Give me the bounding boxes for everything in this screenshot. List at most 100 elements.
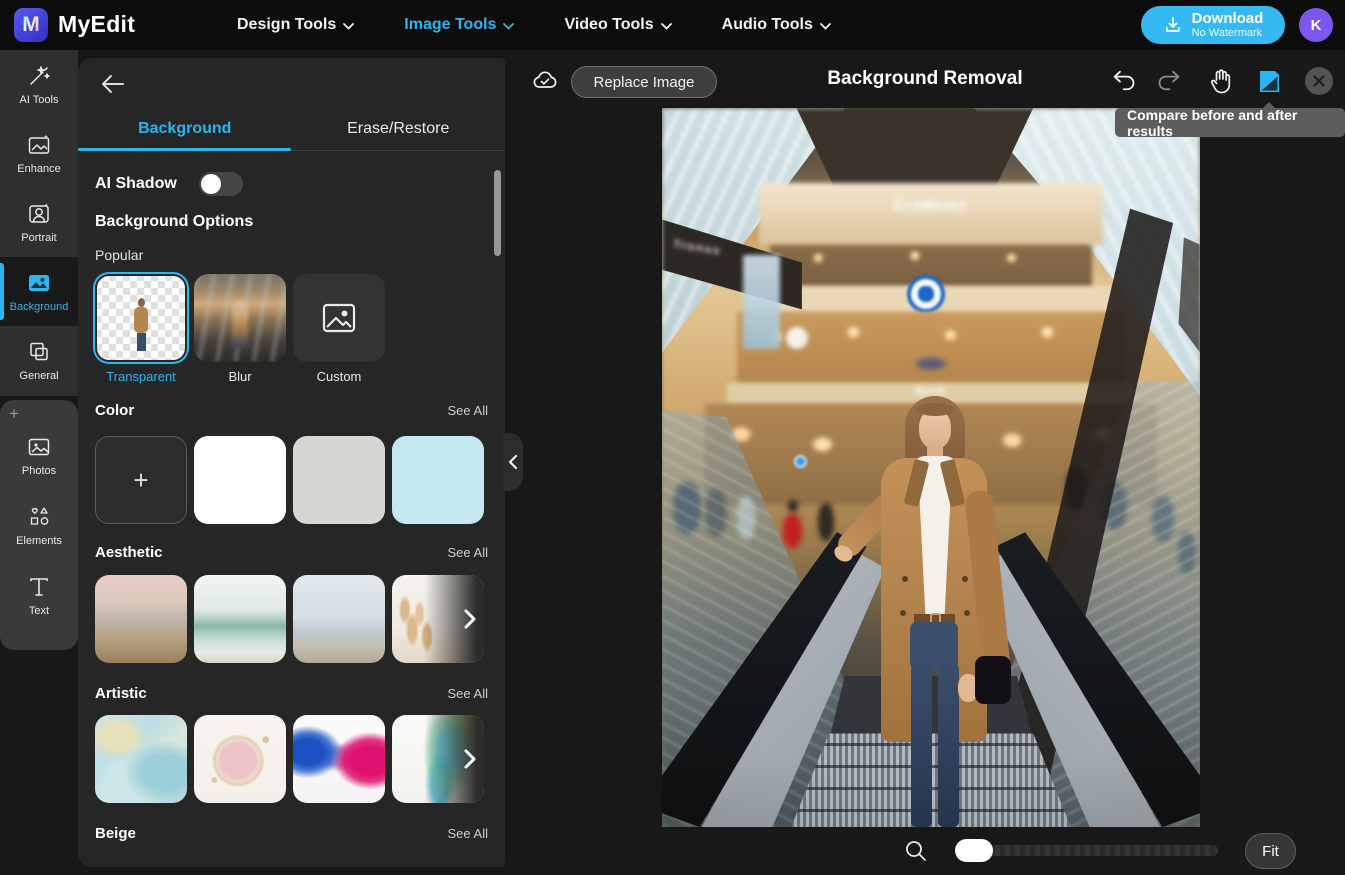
sidebar-item-background[interactable]: Background [0,257,78,326]
tab-erase-restore[interactable]: Erase/Restore [292,112,506,152]
sidebar-item-general[interactable]: General [0,326,78,395]
cloud-saved-icon[interactable] [531,67,559,95]
artistic-title: Artistic [95,685,147,702]
artistic-thumb-smoke[interactable] [392,715,484,803]
app-title: MyEdit [58,11,135,38]
chevron-down-icon [503,23,514,30]
panel-collapse-handle[interactable] [503,433,523,491]
color-swatch-gray[interactable] [293,436,385,524]
chevron-right-icon[interactable] [464,749,476,769]
sidebar-item-portrait[interactable]: Portrait [0,188,78,257]
aesthetic-thumbs [95,575,484,663]
undo-button[interactable] [1108,64,1142,98]
panel-tabs: Background Erase/Restore [78,112,505,152]
download-button[interactable]: Download No Watermark [1141,6,1285,44]
background-icon [26,270,52,296]
zoom-slider-track[interactable] [975,845,1218,856]
chevron-left-icon [509,455,517,469]
media-rail: + Photos Elements Text [0,400,78,650]
tab-background[interactable]: Background [78,112,292,152]
ai-shadow-toggle[interactable] [199,172,243,196]
color-title: Color [95,402,134,419]
add-color-swatch[interactable]: + [95,436,187,524]
sidebar-item-ai-tools[interactable]: AI Tools [0,50,78,119]
aesthetic-section-header: Aesthetic See All [95,544,488,561]
beige-title: Beige [95,825,136,842]
color-section-header: Color See All [95,402,488,419]
fit-button[interactable]: Fit [1245,833,1296,869]
aesthetic-thumb-pale-shore[interactable] [293,575,385,663]
photos-icon [26,434,52,460]
download-sublabel: No Watermark [1192,27,1264,39]
plus-icon: + [133,465,148,496]
color-swatch-white[interactable] [194,436,286,524]
aesthetic-thumb-beach-sunset[interactable] [95,575,187,663]
myedit-logo-glyph: M [22,13,40,37]
label-transparent: Transparent [95,369,187,384]
aesthetic-thumb-dried-flowers[interactable] [392,575,484,663]
active-tab-underline [78,148,291,151]
aesthetic-title: Aesthetic [95,544,163,561]
options-heading: Background Options [95,213,253,231]
image-icon [322,303,356,333]
redo-icon [1155,69,1183,93]
label-blur: Blur [194,369,286,384]
close-icon [1313,75,1325,87]
zoom-slider-handle[interactable] [955,839,993,862]
aesthetic-thumb-teal-sea[interactable] [194,575,286,663]
artistic-thumb-pink-blot[interactable] [194,715,286,803]
close-editor-button[interactable] [1305,67,1333,95]
background-panel: Background Erase/Restore AI Shadow Backg… [78,58,505,867]
compare-tooltip: Compare before and after results [1115,108,1345,137]
arrow-left-icon [101,74,125,94]
color-see-all[interactable]: See All [448,403,488,418]
chevron-right-icon[interactable] [464,609,476,629]
artistic-see-all[interactable]: See All [448,686,488,701]
sidebar-item-elements[interactable]: Elements [0,490,78,560]
compare-button[interactable] [1252,64,1286,98]
color-swatch-lightblue[interactable] [392,436,484,524]
zoom-magnifier-icon[interactable] [904,839,928,863]
sidebar-item-photos[interactable]: Photos [0,420,78,490]
artistic-section-header: Artistic See All [95,685,488,702]
compare-before-after-icon [1256,67,1282,95]
pan-hand-button[interactable] [1204,64,1238,98]
menu-design-tools[interactable]: Design Tools [237,16,354,34]
myedit-logo[interactable]: M [14,8,48,42]
chevron-down-icon [820,23,831,30]
canvas-image[interactable]: Crodcret Herb Tronus [662,108,1200,827]
hand-icon [1209,68,1233,94]
redo-button[interactable] [1152,64,1186,98]
download-icon [1163,15,1183,35]
bg-option-custom[interactable] [293,274,385,362]
color-swatches: + [95,436,484,524]
menu-audio-tools[interactable]: Audio Tools [722,16,831,34]
panel-scrollbar-thumb[interactable] [494,170,501,256]
ai-shadow-label: AI Shadow [95,175,177,193]
chevron-down-icon [343,23,354,30]
chevron-down-icon [661,23,672,30]
download-label: Download [1192,11,1264,28]
sidebar-item-text[interactable]: Text [0,560,78,630]
beige-see-all[interactable]: See All [448,826,488,841]
bg-option-transparent[interactable] [95,274,187,362]
back-button[interactable] [98,69,128,99]
menu-video-tools[interactable]: Video Tools [564,16,671,34]
menu-image-tools[interactable]: Image Tools [404,16,514,34]
text-icon [26,574,52,600]
beige-section-header: Beige See All [95,825,488,842]
aesthetic-see-all[interactable]: See All [448,545,488,560]
popular-tiles [95,274,385,362]
sidebar-item-enhance[interactable]: Enhance [0,119,78,188]
magic-wand-icon [26,63,52,89]
shapes-icon [26,504,52,530]
toggle-knob [201,174,221,194]
enhance-image-icon [26,132,52,158]
cutout-person-thumb [131,298,151,354]
user-avatar[interactable]: K [1299,8,1333,42]
artistic-thumbs [95,715,484,803]
replace-image-button[interactable]: Replace Image [571,66,717,98]
bg-option-blur[interactable] [194,274,286,362]
artistic-thumb-ink-clouds[interactable] [293,715,385,803]
artistic-thumb-watercolor[interactable] [95,715,187,803]
